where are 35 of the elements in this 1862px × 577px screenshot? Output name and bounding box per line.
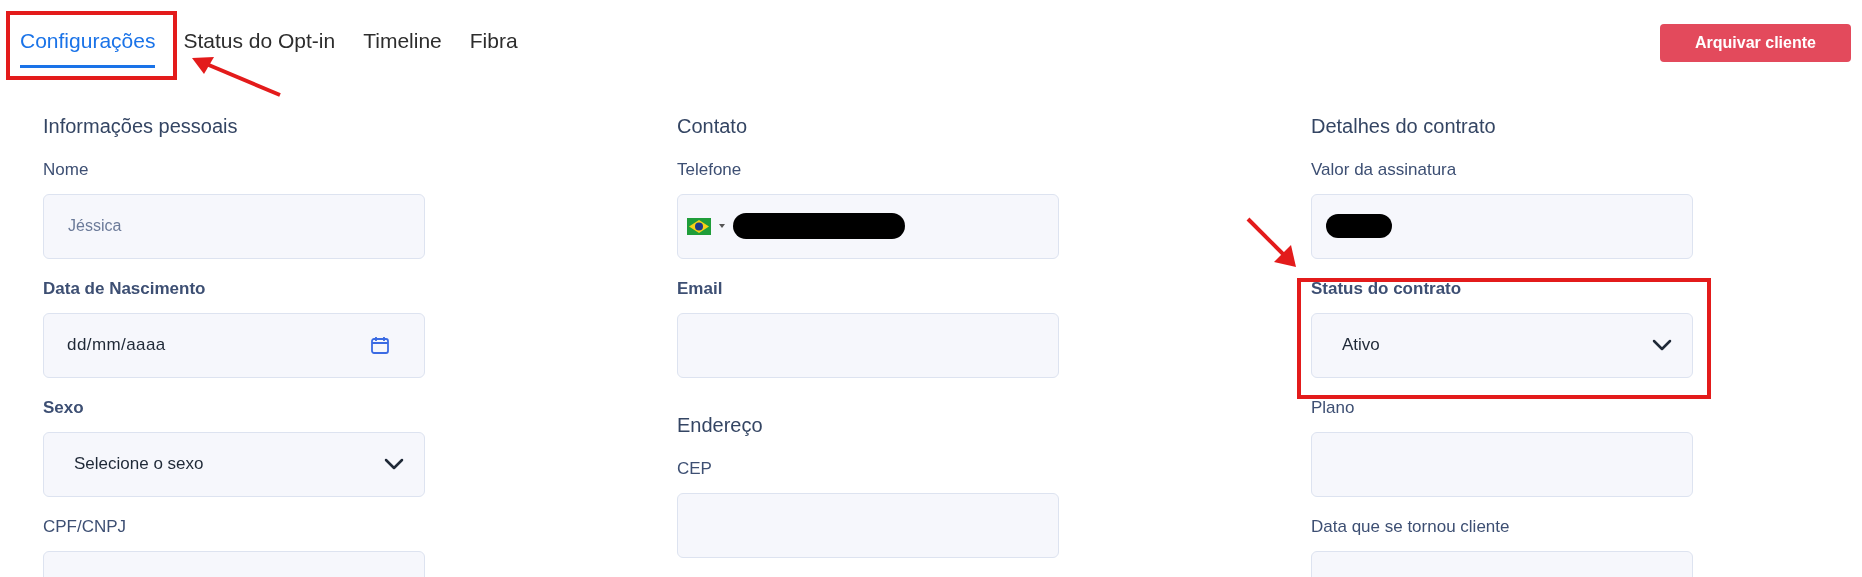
chevron-down-icon [384, 458, 404, 470]
phone-field[interactable] [677, 193, 1059, 259]
field-label: Data que se tornou cliente [1311, 515, 1510, 538]
tab[interactable]: Timeline [363, 25, 442, 68]
chevron-down-icon [1652, 339, 1672, 351]
section-heading: Endereço [677, 412, 764, 438]
tab[interactable]: Configurações [20, 25, 156, 68]
date-field[interactable]: dd/mm/aaaa [43, 312, 425, 378]
select-field[interactable]: Selecione o sexo [43, 431, 425, 497]
field-label: Plano [1311, 396, 1355, 419]
field-label: CPF/CNPJ [43, 515, 127, 538]
field-label: CEP [677, 457, 712, 480]
select-field[interactable]: Ativo [1311, 312, 1693, 378]
field-label: Valor da assinatura [1311, 158, 1457, 181]
tab[interactable]: Status do Opt-in [183, 25, 336, 68]
tab[interactable]: Fibra [469, 25, 518, 68]
input-field[interactable] [677, 492, 1059, 558]
flag-icon [687, 217, 711, 235]
field-label: Email [677, 277, 723, 300]
section-heading: Contato [677, 113, 749, 139]
input-field[interactable] [677, 312, 1059, 378]
pointer-arrow [1246, 217, 1298, 269]
section-heading: Informações pessoais [43, 113, 239, 139]
input-field[interactable] [1311, 431, 1693, 497]
field-label: Status do contrato [1311, 277, 1462, 300]
field-label: Telefone [677, 158, 742, 181]
archive-client-button[interactable]: Arquivar cliente [1660, 24, 1851, 62]
field-label: Nome [43, 158, 89, 181]
field-label: Data de Nascimento [43, 277, 206, 300]
input-field[interactable]: Jéssica [43, 193, 425, 259]
calendar-icon [370, 335, 390, 355]
caret-down-icon [719, 224, 725, 228]
input-field[interactable] [1311, 193, 1693, 259]
section-heading: Detalhes do contrato [1311, 113, 1497, 139]
field-label: Sexo [43, 396, 84, 419]
